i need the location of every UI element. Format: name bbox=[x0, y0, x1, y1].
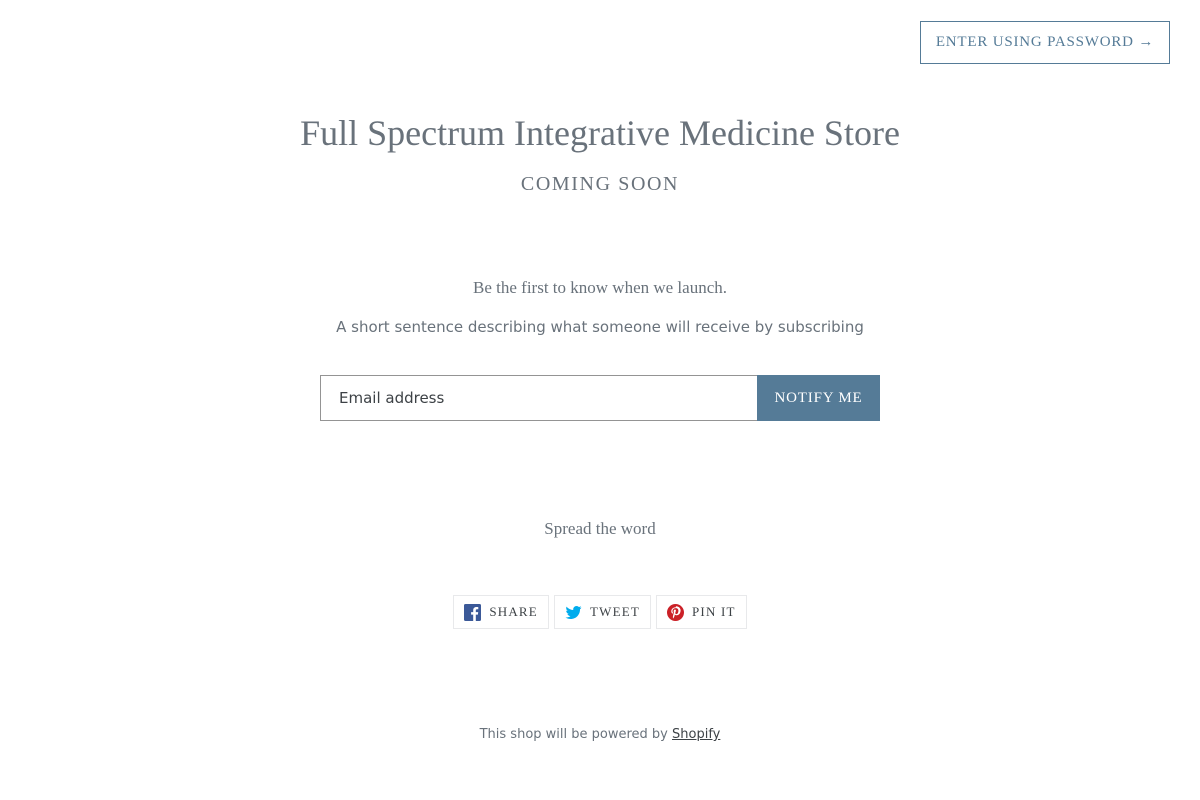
newsletter-form: NOTIFY ME bbox=[320, 375, 880, 421]
newsletter-heading: Be the first to know when we launch. bbox=[473, 278, 727, 297]
share-label: SHARE bbox=[489, 604, 538, 619]
newsletter-subtext: A short sentence describing what someone… bbox=[336, 318, 864, 336]
store-title: Full Spectrum Integrative Medicine Store bbox=[300, 113, 900, 153]
coming-soon-label: COMING SOON bbox=[520, 173, 680, 195]
pinterest-pin-button[interactable]: PIN IT bbox=[656, 595, 747, 629]
powered-by-text: This shop will be powered by bbox=[479, 727, 668, 742]
pin-it-label: PIN IT bbox=[692, 604, 736, 619]
notify-me-button[interactable]: NOTIFY ME bbox=[757, 375, 880, 421]
footer: This shop will be powered by Shopify bbox=[0, 725, 1200, 745]
enter-using-password-button[interactable]: ENTER USING PASSWORD → bbox=[920, 21, 1170, 64]
twitter-tweet-button[interactable]: TWEET bbox=[553, 595, 651, 629]
facebook-icon bbox=[464, 603, 482, 621]
twitter-icon bbox=[565, 604, 582, 621]
facebook-share-button[interactable]: SHARE bbox=[453, 595, 549, 629]
email-input[interactable] bbox=[320, 375, 757, 421]
social-share-buttons: SHARE TWEET PIN IT bbox=[0, 595, 1200, 629]
spread-the-word-heading: Spread the word bbox=[544, 519, 656, 538]
pinterest-icon bbox=[667, 603, 684, 621]
shopify-link[interactable]: Shopify bbox=[672, 727, 720, 742]
tweet-label: TWEET bbox=[589, 604, 640, 619]
